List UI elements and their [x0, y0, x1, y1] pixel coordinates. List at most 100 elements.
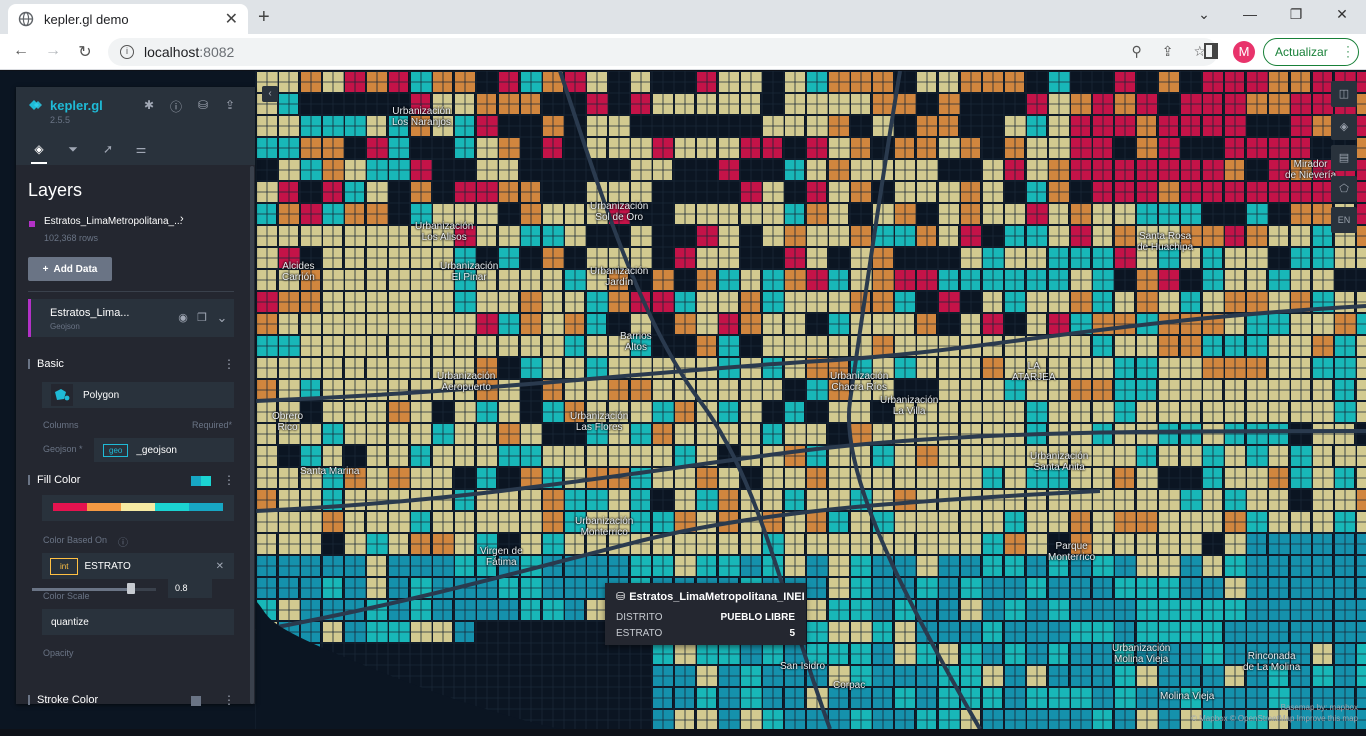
map-place-label: Urbanización La Villa: [880, 395, 939, 417]
map-place-label: Obrero Rico: [272, 411, 304, 433]
estrato-polygon: [675, 710, 694, 729]
tooltip-row: ESTRATO 5: [616, 625, 795, 641]
basic-kebab-icon[interactable]: ⋮: [223, 357, 235, 371]
restore-icon[interactable]: ❐: [1282, 6, 1310, 23]
collapse-panel-icon[interactable]: ‹: [262, 86, 278, 102]
color-based-on-label: Color Based On: [43, 535, 108, 545]
layer-card[interactable]: Estratos_Lima... Geojson ◉ ❐ ⌄: [28, 299, 234, 337]
opacity-label: Opacity: [43, 648, 74, 658]
zoom-icon[interactable]: ⚲: [1131, 43, 1141, 60]
dataset-name[interactable]: Estratos_LimaMetropolitana_...: [44, 216, 182, 227]
eye-icon[interactable]: ◉: [177, 312, 189, 324]
stroke-color-section-header[interactable]: Stroke Color: [28, 694, 98, 706]
opacity-slider-track[interactable]: [32, 588, 156, 591]
fill-color-label: Fill Color: [37, 474, 81, 486]
palette-swatch: [121, 503, 155, 511]
menu-kebab-icon[interactable]: · · ·: [1346, 40, 1350, 62]
dataset-icon: ⛁: [616, 591, 626, 603]
stroke-color-preview[interactable]: [191, 696, 201, 706]
opacity-input[interactable]: 0.8: [168, 578, 212, 598]
map-place-label: Santa Rosa de Huachipa: [1137, 231, 1194, 253]
new-tab-icon[interactable]: +: [258, 6, 270, 29]
browser-toolbar: ← → ↻ i localhost:8082 ⚲ ⇪ ☆ M Actualiza…: [0, 34, 1366, 70]
browser-tab-bar: kepler.gl demo ✕ + ⌄ — ❐ ✕: [0, 0, 1366, 34]
back-icon[interactable]: ←: [10, 42, 32, 60]
tooltip-row: DISTRITO PUEBLO LIBRE: [616, 609, 795, 625]
stroke-color-kebab-icon[interactable]: ⋮: [223, 693, 235, 707]
map-place-label: Urbanización Monterrico: [575, 516, 634, 538]
map-place-label: Corpac: [833, 680, 866, 691]
share-export-icon[interactable]: ⇪: [222, 98, 238, 114]
tab-interactions-icon[interactable]: ➚: [100, 142, 116, 158]
estrato-polygon: [1159, 710, 1180, 729]
close-tab-icon[interactable]: ✕: [225, 9, 238, 29]
info-icon[interactable]: ⓘ: [118, 534, 128, 549]
data-table-icon[interactable]: ▤: [1331, 145, 1357, 171]
map-place-label: Urbanización El Pinar: [440, 261, 499, 283]
tab-title: kepler.gl demo: [44, 11, 129, 27]
profile-avatar[interactable]: M: [1233, 41, 1255, 63]
geojson-column-value: _geojson: [136, 444, 177, 456]
window-close-icon[interactable]: ✕: [1328, 6, 1356, 23]
fill-color-kebab-icon[interactable]: ⋮: [223, 473, 235, 487]
update-button[interactable]: Actualizar · · ·: [1263, 38, 1359, 66]
estrato-polygon: [1005, 710, 1026, 729]
url-host: localhost: [144, 44, 200, 60]
tab-filters-icon[interactable]: ⏷: [65, 142, 81, 158]
tab-search-icon[interactable]: ⌄: [1190, 6, 1218, 23]
tab-basemap-icon[interactable]: ⚌: [133, 142, 149, 158]
add-data-button[interactable]: + Add Data: [28, 257, 112, 281]
chevron-right-icon[interactable]: ›: [180, 213, 184, 225]
brand-name: kepler.gl: [50, 98, 103, 113]
basic-section-header[interactable]: Basic: [28, 358, 64, 370]
estrato-polygon: [1093, 710, 1112, 729]
geojson-column-select[interactable]: geo _geojson: [94, 438, 234, 462]
layer-type-select[interactable]: Polygon: [42, 382, 234, 408]
forward-icon[interactable]: →: [42, 42, 64, 60]
dataset-color-swatch: [29, 221, 35, 227]
database-icon[interactable]: ⛁: [195, 98, 211, 114]
map-place-label: Barrios Altos: [620, 331, 652, 353]
fill-color-preview[interactable]: [191, 476, 211, 486]
side-panel-icon[interactable]: [1204, 43, 1218, 59]
plus-icon: +: [42, 263, 49, 275]
bug-report-icon[interactable]: ✱: [141, 98, 157, 114]
dataset-row-count: 102,368 rows: [44, 233, 99, 243]
estrato-polygon: [1027, 710, 1048, 729]
share-icon[interactable]: ⇪: [1162, 43, 1174, 60]
map-place-label: Urbanización Jardín: [590, 266, 649, 288]
site-info-icon[interactable]: i: [120, 45, 134, 59]
layer-type: Geojson: [50, 322, 80, 331]
opacity-slider-handle[interactable]: [127, 583, 136, 594]
color-scale-select[interactable]: quantize: [42, 609, 234, 635]
split-map-icon[interactable]: ◫: [1331, 81, 1357, 107]
columns-label: Columns: [43, 420, 79, 430]
estrato-polygon: [719, 710, 740, 729]
locale-button[interactable]: EN: [1331, 207, 1357, 233]
address-bar[interactable]: i localhost:8082 ⚲ ⇪ ☆: [108, 38, 1218, 66]
chevron-down-icon[interactable]: ⌄: [216, 311, 228, 324]
layer-name[interactable]: Estratos_Lima...: [50, 307, 129, 319]
clear-field-icon[interactable]: ✕: [216, 561, 224, 572]
geo-type-pill: geo: [103, 443, 129, 457]
minimize-icon[interactable]: —: [1236, 6, 1264, 22]
reload-icon[interactable]: ↻: [74, 42, 96, 62]
color-field-select[interactable]: int ESTRATO ✕: [42, 553, 234, 579]
fill-color-section-header[interactable]: Fill Color: [28, 474, 80, 486]
opacity-slider-fill: [32, 588, 132, 591]
url-port: :8082: [199, 44, 235, 60]
layers-toggle-icon[interactable]: ◈: [1331, 114, 1357, 140]
map-place-label: Urbanización Los Alisos: [415, 221, 474, 243]
color-field-value: ESTRATO: [84, 560, 131, 572]
browser-tab[interactable]: kepler.gl demo ✕: [8, 4, 248, 34]
info-icon[interactable]: ⓘ: [168, 98, 184, 114]
tab-layers-icon[interactable]: ◈: [31, 142, 47, 164]
draw-polygon-icon[interactable]: ⬠: [1331, 176, 1357, 202]
color-palette-selector[interactable]: [42, 495, 234, 521]
basic-label: Basic: [37, 358, 64, 370]
duplicate-icon[interactable]: ❐: [196, 312, 208, 324]
attribution-line2[interactable]: © Mapbox © OpenStreetMap Improve this ma…: [1191, 713, 1358, 724]
panel-scrollbar[interactable]: [250, 166, 254, 704]
map-place-label: Molina Vieja: [1160, 691, 1215, 702]
palette-swatch: [87, 503, 121, 511]
